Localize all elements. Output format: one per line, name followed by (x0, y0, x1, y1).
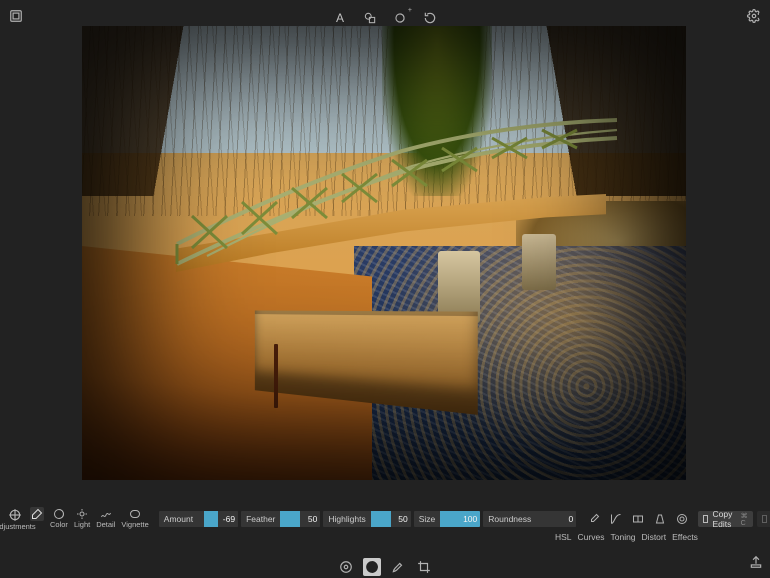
vignette-group-icon[interactable] (128, 507, 142, 521)
effects-icon[interactable] (675, 512, 689, 526)
split-tone-icon[interactable] (631, 512, 645, 526)
paste-edits-button: Paste Edits ⌘ V (757, 511, 770, 527)
copy-edits-button[interactable]: Copy Edits ⌘ C (698, 511, 753, 527)
image-canvas[interactable] (82, 26, 686, 480)
edited-image (82, 26, 686, 480)
redo-icon[interactable] (422, 10, 438, 26)
param-value: 50 (308, 511, 317, 527)
blend-tool-icon[interactable]: + (392, 10, 408, 26)
param-size[interactable]: Size 100 (414, 511, 481, 527)
param-value: -69 (223, 511, 235, 527)
settings-icon[interactable] (746, 8, 762, 24)
tab-distort[interactable]: Distort (642, 532, 667, 542)
vignette-group-label[interactable]: Vignette (121, 521, 148, 529)
param-slider[interactable]: 50 (371, 511, 411, 527)
param-label: Feather (241, 514, 280, 524)
copy-edits-label: Copy Edits (712, 509, 734, 529)
param-label: Amount (159, 514, 198, 524)
editing-indicator-icon[interactable] (30, 507, 44, 521)
param-label: Size (414, 514, 441, 524)
param-value: 0 (569, 511, 574, 527)
detail-group-icon[interactable] (99, 507, 113, 521)
tab-effects[interactable]: Effects (672, 532, 698, 542)
text-tool-icon[interactable]: A (332, 10, 348, 26)
param-value: 100 (463, 511, 477, 527)
bottom-panel: Adjustments . Color Light (0, 506, 770, 556)
top-toolbar: A + (0, 0, 770, 28)
param-value: 50 (398, 511, 407, 527)
param-roundness[interactable]: Roundness 0 (483, 511, 576, 527)
perspective-icon[interactable] (653, 512, 667, 526)
param-slider[interactable]: 100 (440, 511, 480, 527)
color-group-label[interactable]: Color (50, 521, 68, 529)
exposure-icon[interactable] (7, 507, 23, 523)
tab-hsl[interactable]: HSL (555, 532, 572, 542)
paste-icon (762, 515, 767, 523)
library-icon[interactable] (8, 8, 24, 24)
param-label: Roundness (483, 514, 536, 524)
under-tabs: HSL Curves Toning Distort Effects (555, 532, 698, 542)
adjust-mode-icon[interactable] (363, 558, 381, 576)
param-slider[interactable]: 50 (280, 511, 320, 527)
param-highlights[interactable]: Highlights 50 (323, 511, 410, 527)
info-mode-icon[interactable] (337, 558, 355, 576)
param-feather[interactable]: Feather 50 (241, 511, 320, 527)
color-group-icon[interactable] (52, 507, 66, 521)
crop-mode-icon[interactable] (415, 558, 433, 576)
param-slider[interactable]: -69 (198, 511, 238, 527)
retouch-mode-icon[interactable] (389, 558, 407, 576)
extra-tools (587, 512, 689, 526)
light-group-label[interactable]: Light (74, 521, 90, 529)
param-label: Highlights (323, 514, 370, 524)
adjustment-groups: Adjustments . Color Light (4, 507, 153, 531)
tab-toning[interactable]: Toning (610, 532, 635, 542)
shapes-tool-icon[interactable] (362, 10, 378, 26)
copy-shortcut: ⌘ C (741, 512, 749, 527)
param-amount[interactable]: Amount -69 (159, 511, 238, 527)
copy-icon (703, 515, 708, 523)
tab-curves[interactable]: Curves (578, 532, 605, 542)
curves-icon[interactable] (609, 512, 623, 526)
light-group-icon[interactable] (75, 507, 89, 521)
export-icon[interactable] (748, 554, 764, 570)
detail-group-label[interactable]: Detail (96, 521, 115, 529)
eyedropper-icon[interactable] (587, 512, 601, 526)
param-slider[interactable]: 0 (536, 511, 576, 527)
mode-bar (0, 556, 770, 578)
